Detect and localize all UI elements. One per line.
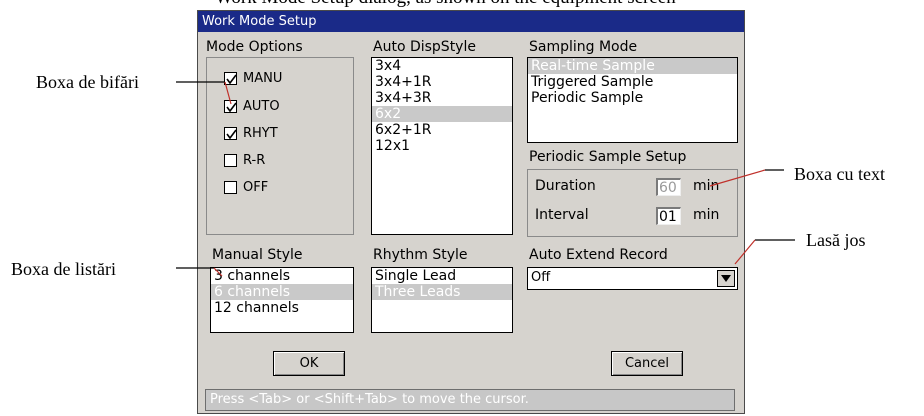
leader-listbox-pointer <box>213 267 223 277</box>
annotation-leaders <box>176 81 795 277</box>
leader-textbox-pointer <box>709 169 766 187</box>
leader-dropdown-pointer <box>734 239 756 265</box>
leader-checkbox-pointer <box>224 81 232 105</box>
